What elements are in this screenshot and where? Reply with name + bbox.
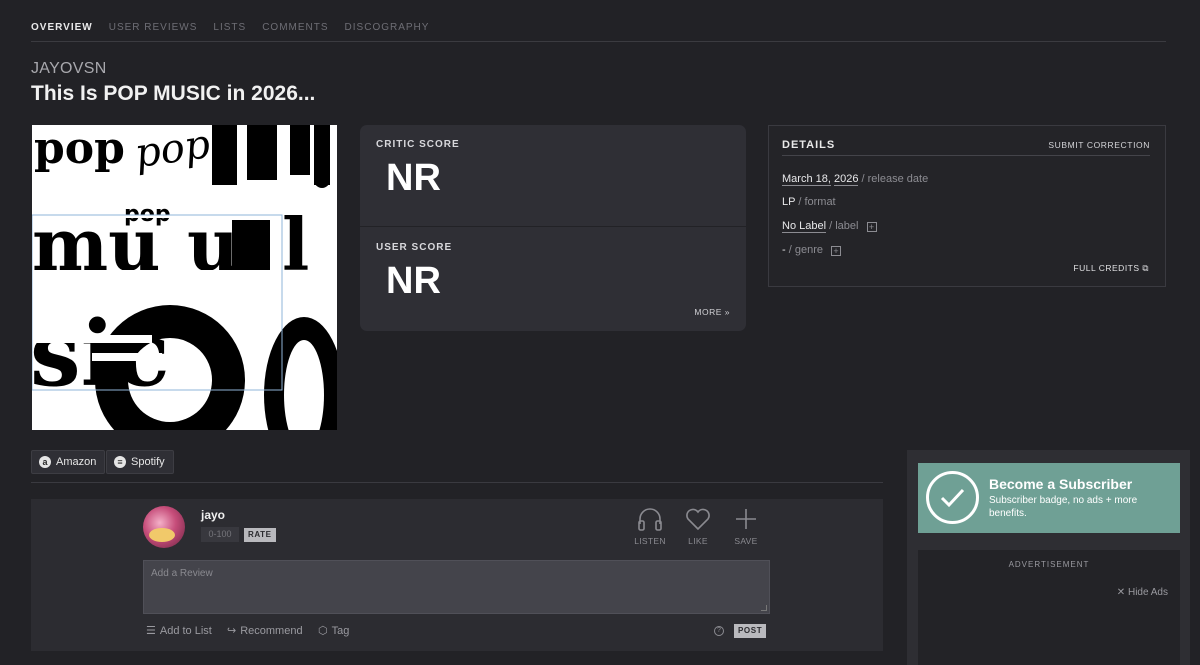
like-label: LIKE (688, 536, 708, 546)
user-score-block: USER SCORE NR MORE » (360, 228, 746, 330)
more-label: MORE (694, 307, 722, 317)
tab-user-reviews[interactable]: USER REVIEWS (109, 8, 198, 33)
label-row: No Label / label + (782, 220, 877, 233)
subscriber-title: Become a Subscriber (989, 476, 1133, 492)
genre-value: - (782, 244, 786, 256)
full-credits-label: FULL CREDITS (1073, 263, 1140, 273)
nav-tabs: OVERVIEW USER REVIEWS LISTS COMMENTS DIS… (31, 0, 1166, 42)
username[interactable]: jayo (201, 508, 225, 522)
amazon-icon: a (39, 456, 51, 468)
format-suffix: / format (798, 196, 836, 208)
release-year-link[interactable]: 2026 (833, 173, 859, 186)
heart-icon (686, 508, 710, 531)
help-icon[interactable]: ? (714, 626, 724, 636)
cover-text-pop: pop (34, 125, 125, 174)
tag-label: Tag (331, 624, 350, 637)
external-window-icon: ⧉ (1142, 263, 1149, 273)
full-credits-link[interactable]: FULL CREDITS ⧉ (1073, 263, 1149, 274)
section-divider (31, 482, 883, 483)
amazon-button[interactable]: a Amazon (31, 450, 106, 474)
tab-overview[interactable]: OVERVIEW (31, 8, 93, 33)
recommend-label: Recommend (240, 624, 303, 637)
details-header: DETAILS SUBMIT CORRECTION (782, 139, 1150, 156)
resize-handle-icon[interactable] (761, 605, 767, 611)
genre-suffix: / genre (788, 244, 823, 256)
advertisement-label: ADVERTISEMENT (1008, 560, 1090, 569)
critic-score-label: CRITIC SCORE (376, 139, 460, 150)
recommend-button[interactable]: ↪ Recommend (227, 624, 303, 638)
subscriber-banner[interactable]: Become a Subscriber Subscriber badge, no… (918, 463, 1180, 533)
list-icon: ☰ (146, 625, 156, 637)
tab-discography[interactable]: DISCOGRAPHY (345, 8, 430, 33)
review-textarea-placeholder: Add a Review (151, 568, 213, 579)
review-textarea[interactable]: Add a Review (143, 560, 770, 614)
hide-ads-button[interactable]: ✕ Hide Ads (1117, 587, 1168, 598)
tag-icon: ⬡ (318, 625, 328, 637)
release-date-link[interactable]: March 18, (782, 173, 831, 186)
tab-comments[interactable]: COMMENTS (262, 8, 328, 33)
listen-label: LISTEN (634, 536, 666, 546)
more-button[interactable]: MORE » (694, 307, 730, 317)
scores-panel: CRITIC SCORE NR USER SCORE NR MORE » (360, 125, 746, 331)
tag-button[interactable]: ⬡ Tag (318, 624, 350, 638)
release-date-suffix: / release date (861, 173, 929, 185)
critic-score-value: NR (386, 157, 441, 199)
user-score-label: USER SCORE (376, 242, 453, 253)
spotify-icon: ≡ (114, 456, 126, 468)
add-label-icon[interactable]: + (866, 222, 877, 232)
album-cover-art: pop pop pop mu u l sic (32, 125, 337, 430)
subscriber-description: Subscriber badge, no ads + more benefits… (989, 495, 1138, 519)
headphones-icon (638, 508, 662, 531)
format-value: LP (782, 196, 796, 208)
label-link[interactable]: No Label (782, 220, 827, 233)
details-title: DETAILS (782, 139, 836, 151)
advertisement-box: ADVERTISEMENT ✕ Hide Ads (918, 550, 1180, 665)
avatar[interactable] (143, 506, 185, 548)
listen-button[interactable]: LISTEN (630, 507, 670, 546)
rate-button[interactable]: RATE (244, 528, 276, 542)
plus-icon (736, 509, 756, 529)
artist-name[interactable]: JAYOVSN (31, 60, 107, 78)
album-title: This Is POP MUSIC in 2026... (31, 82, 316, 105)
submit-correction-link[interactable]: SUBMIT CORRECTION (1048, 140, 1150, 150)
spotify-button[interactable]: ≡ Spotify (106, 450, 174, 474)
label-suffix: / label (829, 220, 859, 232)
user-score-value: NR (386, 260, 441, 302)
save-label: SAVE (734, 536, 758, 546)
add-genre-icon[interactable]: + (831, 246, 842, 256)
genre-row: - / genre + (782, 244, 842, 256)
spotify-label: Spotify (131, 456, 165, 468)
check-circle-icon (926, 471, 979, 524)
format-row: LP / format (782, 196, 836, 208)
sidebar: Become a Subscriber Subscriber badge, no… (907, 450, 1190, 665)
chevron-double-down-icon: » (724, 307, 730, 317)
rating-input[interactable]: 0-100 (201, 527, 239, 542)
share-arrow-icon: ↪ (227, 625, 237, 637)
save-button[interactable]: SAVE (726, 507, 766, 546)
details-panel: DETAILS SUBMIT CORRECTION March 18, 2026… (768, 125, 1166, 287)
release-date-row: March 18, 2026 / release date (782, 173, 929, 186)
critic-score-block: CRITIC SCORE NR (360, 125, 746, 227)
post-button[interactable]: POST (734, 624, 767, 638)
review-box: jayo 0-100 RATE LISTEN LIKE SAVE Add a R… (31, 499, 883, 651)
hide-ads-label: Hide Ads (1127, 587, 1168, 598)
tab-lists[interactable]: LISTS (213, 8, 246, 33)
album-cover: pop pop pop mu u l sic (32, 125, 337, 430)
amazon-label: Amazon (56, 456, 97, 468)
add-to-list-label: Add to List (159, 624, 212, 637)
close-icon: ✕ (1116, 587, 1126, 598)
like-button[interactable]: LIKE (678, 507, 718, 546)
add-to-list-button[interactable]: ☰ Add to List (146, 624, 212, 638)
